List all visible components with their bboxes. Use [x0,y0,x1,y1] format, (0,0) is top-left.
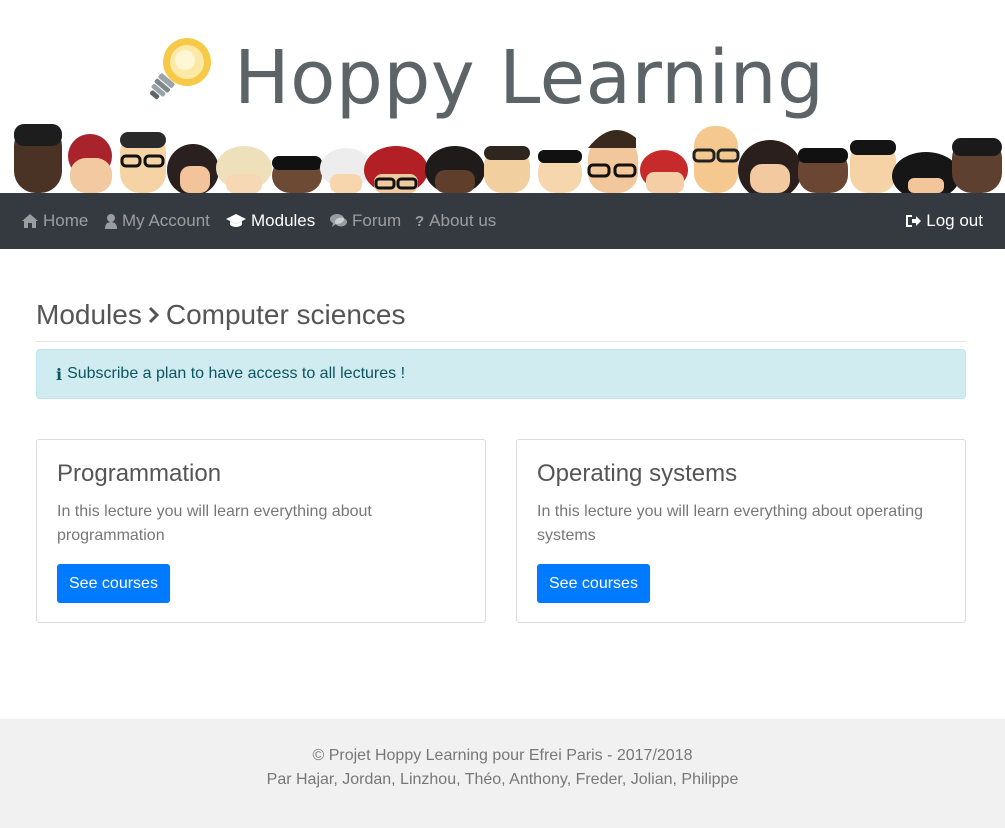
see-courses-button[interactable]: See courses [57,564,170,603]
home-icon [22,214,38,228]
chevron-right-icon [148,296,160,334]
nav-item-modules[interactable]: Modules [226,193,315,249]
module-title: Operating systems [537,460,738,487]
module-card-operating-systems: Operating systems In this lecture you wi… [516,439,966,623]
module-title: Programmation [57,460,222,487]
nav-item-label: Forum [352,211,402,230]
user-icon [105,213,117,229]
breadcrumb-modules[interactable]: Modules [36,296,142,334]
breadcrumb-current: Computer sciences [165,299,406,330]
module-description: In this lecture you will learn everythin… [537,503,923,544]
footer-authors: Par Hajar, Jordan, Linzhou, Théo, Anthon… [266,771,739,788]
nav-item-label: Modules [251,211,316,230]
nav-item-my-account[interactable]: My Account [105,193,210,249]
nav-item-label: My Account [122,211,210,230]
nav-item-forum[interactable]: Forum [330,193,401,249]
graduation-cap-icon [226,214,246,227]
alert-text: Subscribe a plan to have access to all l… [67,365,406,382]
lightbulb-icon [149,38,211,100]
info-icon: i [56,364,63,384]
logout-link[interactable]: Log out [906,193,983,249]
see-courses-button[interactable]: See courses [537,564,650,603]
module-card-programmation: Programmation In this lecture you will l… [36,439,486,623]
breadcrumb: Modules Computer sciences [36,296,966,342]
question-icon: ? [415,212,425,230]
cartoon-faces-illustration [14,124,1002,193]
page-footer: © Projet Hoppy Learning pour Efrei Paris… [0,719,1005,828]
comments-icon [330,214,347,227]
nav-item-label: About us [429,211,497,230]
subscription-alert: i Subscribe a plan to have access to all… [36,349,966,399]
sign-out-icon [906,215,922,227]
module-description: In this lecture you will learn everythin… [57,503,372,544]
nav-item-home[interactable]: Home [22,193,88,249]
site-title: Hoppy Learning [234,35,825,121]
footer-copyright: © Projet Hoppy Learning pour Efrei Paris… [312,747,693,764]
logout-label: Log out [926,211,983,230]
main-navbar: Home My Account Modules Forum ? About us… [0,193,1005,249]
header-banner: Hoppy Learning [0,0,1005,193]
nav-item-about-us[interactable]: ? About us [415,193,496,249]
nav-item-label: Home [43,211,89,230]
